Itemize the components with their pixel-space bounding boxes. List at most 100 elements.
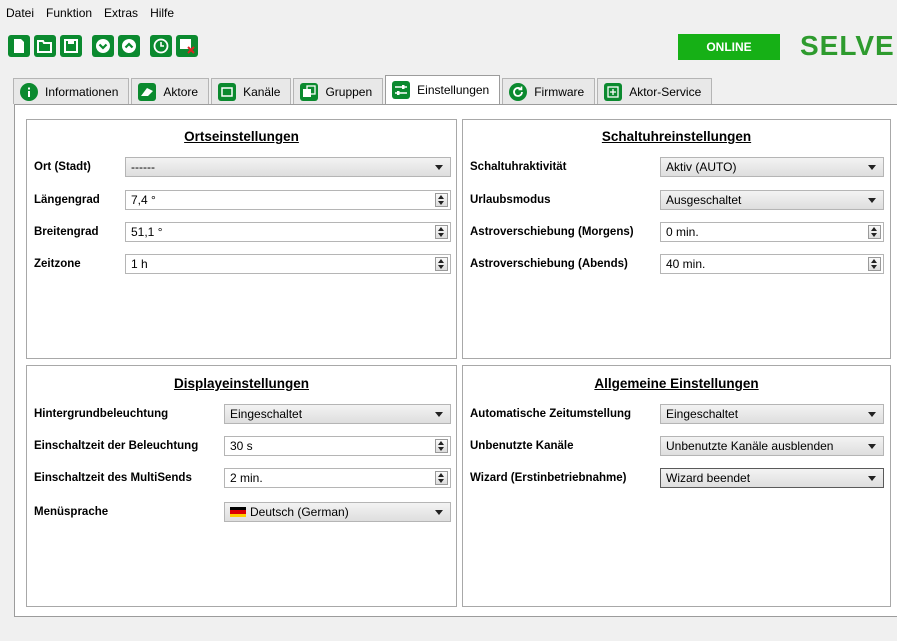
- zeitumstellung-value: Eingeschaltet: [666, 407, 739, 421]
- spinner-icon[interactable]: [435, 439, 448, 453]
- tab-aktore[interactable]: Aktore: [131, 78, 210, 104]
- download-button[interactable]: [92, 35, 114, 57]
- settings-sliders-icon: [392, 81, 411, 99]
- menuesprache-label: Menüsprache: [34, 506, 109, 518]
- tab-informationen[interactable]: Informationen: [13, 78, 130, 104]
- close-window-icon: [180, 39, 195, 54]
- tab-gruppen[interactable]: Gruppen: [293, 78, 384, 104]
- open-folder-button[interactable]: [34, 35, 56, 57]
- multisend-label: Einschaltzeit des MultiSends: [34, 472, 192, 484]
- astro-morgens-label: Astroverschiebung (Morgens): [470, 226, 634, 238]
- multisend-stepper[interactable]: 2 min.: [224, 468, 451, 488]
- astro-morgens-stepper[interactable]: 0 min.: [660, 222, 884, 242]
- spinner-icon[interactable]: [435, 225, 448, 239]
- menu-hilfe[interactable]: Hilfe: [150, 6, 174, 20]
- refresh-icon: [509, 82, 528, 101]
- chevron-down-icon: [868, 412, 876, 417]
- ort-title: Ortseinstellungen: [184, 129, 299, 144]
- new-file-button[interactable]: [8, 35, 30, 57]
- service-icon: [604, 82, 623, 101]
- urlaubsmodus-select[interactable]: Ausgeschaltet: [660, 190, 884, 210]
- tab-firmware[interactable]: Firmware: [502, 78, 596, 104]
- hintergrund-value: Eingeschaltet: [230, 407, 303, 421]
- chevron-down-icon: [868, 198, 876, 203]
- einschaltzeit-value: 30 s: [230, 439, 253, 453]
- laengengrad-label: Längengrad: [34, 194, 100, 206]
- astro-abends-label: Astroverschiebung (Abends): [470, 258, 628, 270]
- tab-label: Firmware: [534, 84, 585, 99]
- multisend-value: 2 min.: [230, 471, 263, 485]
- chevron-down-icon: [435, 412, 443, 417]
- clock-button[interactable]: [150, 35, 172, 57]
- spinner-icon[interactable]: [868, 225, 881, 239]
- save-button[interactable]: [60, 35, 82, 57]
- menu-funktion[interactable]: Funktion: [46, 6, 92, 20]
- laengengrad-stepper[interactable]: 7,4 °: [125, 190, 451, 210]
- spinner-icon[interactable]: [435, 471, 448, 485]
- menu-datei[interactable]: Datei: [6, 6, 34, 20]
- tab-kanaele[interactable]: Kanäle: [211, 78, 292, 104]
- zeitumstellung-label: Automatische Zeitumstellung: [470, 408, 632, 420]
- wizard-select[interactable]: Wizard beendet: [660, 468, 884, 488]
- unbenutzte-kanaele-label: Unbenutzte Kanäle: [470, 440, 574, 452]
- ort-stadt-select[interactable]: ------: [125, 157, 451, 177]
- allgemein-title: Allgemeine Einstellungen: [594, 376, 759, 391]
- brand-logo: SELVE: [800, 30, 895, 61]
- actuator-icon: [138, 82, 157, 101]
- einschaltzeit-label: Einschaltzeit der Beleuchtung: [34, 440, 199, 452]
- einschaltzeit-stepper[interactable]: 30 s: [224, 436, 451, 456]
- hintergrund-label: Hintergrundbeleuchtung: [34, 408, 169, 420]
- chevron-down-icon: [868, 476, 876, 481]
- astro-morgens-value: 0 min.: [666, 225, 699, 239]
- urlaubsmodus-value: Ausgeschaltet: [666, 193, 742, 207]
- tab-einstellungen[interactable]: Einstellungen: [385, 75, 501, 104]
- spinner-icon[interactable]: [435, 193, 448, 207]
- tab-label: Gruppen: [325, 84, 373, 99]
- up-arrow-icon: [122, 39, 136, 53]
- schaltuhr-title: Schaltuhreinstellungen: [601, 129, 752, 144]
- new-file-icon: [14, 39, 24, 53]
- menu-extras[interactable]: Extras: [104, 6, 138, 20]
- online-status-badge: ONLINE: [678, 34, 780, 60]
- display-panel: Displayeinstellungen Hintergrundbeleucht…: [26, 365, 457, 607]
- save-icon: [64, 39, 78, 53]
- upload-button[interactable]: [118, 35, 140, 57]
- groups-icon: [300, 82, 319, 101]
- schaltuhr-panel: Schaltuhreinstellungen Schaltuhraktivitä…: [462, 119, 891, 359]
- hintergrund-select[interactable]: Eingeschaltet: [224, 404, 451, 424]
- schaltuhraktivitaet-value: Aktiv (AUTO): [666, 160, 737, 174]
- close-window-button[interactable]: [176, 35, 198, 57]
- ort-stadt-label: Ort (Stadt): [34, 161, 91, 173]
- german-flag-icon: [230, 506, 246, 518]
- zeitumstellung-select[interactable]: Eingeschaltet: [660, 404, 884, 424]
- open-folder-icon: [37, 40, 52, 53]
- tab-aktor-service[interactable]: Aktor-Service: [597, 78, 713, 104]
- chevron-down-icon: [868, 444, 876, 449]
- laengengrad-value: 7,4 °: [131, 193, 156, 207]
- unbenutzte-kanaele-select[interactable]: Unbenutzte Kanäle ausblenden: [660, 436, 884, 456]
- tab-label: Kanäle: [243, 84, 281, 99]
- menu-bar: Datei Funktion Extras Hilfe: [0, 0, 897, 26]
- wizard-label: Wizard (Erstinbetriebnahme): [470, 472, 627, 484]
- zeitzone-value: 1 h: [131, 257, 148, 271]
- zeitzone-stepper[interactable]: 1 h: [125, 254, 451, 274]
- clock-icon: [153, 38, 169, 54]
- schaltuhraktivitaet-label: Schaltuhraktivität: [470, 161, 567, 173]
- chevron-down-icon: [435, 510, 443, 515]
- tab-label: Informationen: [45, 84, 119, 99]
- zeitzone-label: Zeitzone: [34, 258, 81, 270]
- ort-panel: Ortseinstellungen Ort (Stadt) ------ Län…: [26, 119, 457, 359]
- wizard-value: Wizard beendet: [666, 471, 751, 485]
- ort-stadt-value: ------: [131, 160, 155, 174]
- schaltuhraktivitaet-select[interactable]: Aktiv (AUTO): [660, 157, 884, 177]
- menuesprache-select[interactable]: Deutsch (German): [224, 502, 451, 522]
- tab-bar: Informationen Aktore Kanäle Gruppen Eins…: [13, 75, 714, 104]
- spinner-icon[interactable]: [435, 257, 448, 271]
- menuesprache-value: Deutsch (German): [250, 505, 349, 519]
- breitengrad-stepper[interactable]: 51,1 °: [125, 222, 451, 242]
- astro-abends-stepper[interactable]: 40 min.: [660, 254, 884, 274]
- unbenutzte-kanaele-value: Unbenutzte Kanäle ausblenden: [666, 439, 834, 453]
- breitengrad-label: Breitengrad: [34, 226, 99, 238]
- spinner-icon[interactable]: [868, 257, 881, 271]
- astro-abends-value: 40 min.: [666, 257, 706, 271]
